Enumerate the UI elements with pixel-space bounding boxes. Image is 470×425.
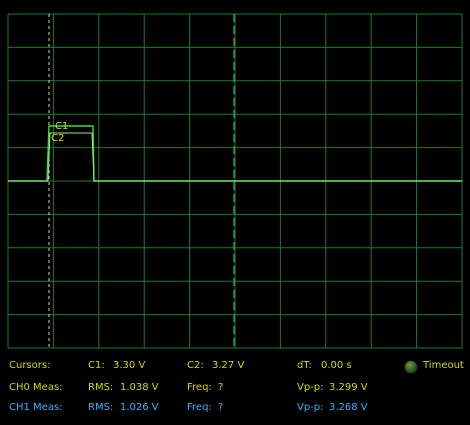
c2-value: 3.27 V: [212, 360, 245, 371]
ch0-vpp-label: Vp-p:: [297, 382, 324, 393]
cursor-c1-label: C1: [55, 121, 68, 132]
c2-label: C2:: [187, 360, 204, 371]
c1-value: 3.30 V: [113, 360, 146, 371]
ch1-rms-value: 1.026 V: [120, 402, 159, 413]
ch0-rms-value: 1.038 V: [120, 382, 159, 393]
dt-label: dT:: [297, 360, 312, 371]
cursor-c2-label: C2: [51, 133, 64, 144]
ch1-vpp-value: 3.268 V: [329, 402, 368, 413]
waveform-plot: C1 C2: [0, 0, 470, 350]
ch0-rms-label: RMS:: [88, 382, 114, 393]
timeout-label: Timeout: [423, 360, 464, 371]
ch0-measurements-row: CH0 Meas: RMS: 1.038 V Freq: ? Vp-p: 3.2…: [0, 380, 470, 398]
ch1-freq-value: ?: [218, 402, 224, 413]
cursor-measurements-row: Cursors: C1: 3.30 V C2: 3.27 V dT: 0.00 …: [0, 358, 470, 376]
ch0-freq-value: ?: [218, 382, 224, 393]
oscilloscope-display[interactable]: C1 C2: [0, 0, 470, 350]
ch1-vpp-label: Vp-p:: [297, 402, 324, 413]
c1-label: C1:: [88, 360, 105, 371]
ch0-vpp-value: 3.299 V: [329, 382, 368, 393]
ch1-measurements-row: CH1 Meas: RMS: 1.026 V Freq: ? Vp-p: 3.2…: [0, 400, 470, 418]
timeout-indicator-icon: [404, 360, 418, 374]
ch1-label: CH1 Meas:: [9, 402, 63, 413]
cursors-label: Cursors:: [9, 360, 51, 371]
dt-value: 0.00 s: [321, 360, 352, 371]
ch1-freq-label: Freq:: [187, 402, 212, 413]
ch0-label: CH0 Meas:: [9, 382, 63, 393]
ch1-rms-label: RMS:: [88, 402, 114, 413]
ch0-freq-label: Freq:: [187, 382, 212, 393]
